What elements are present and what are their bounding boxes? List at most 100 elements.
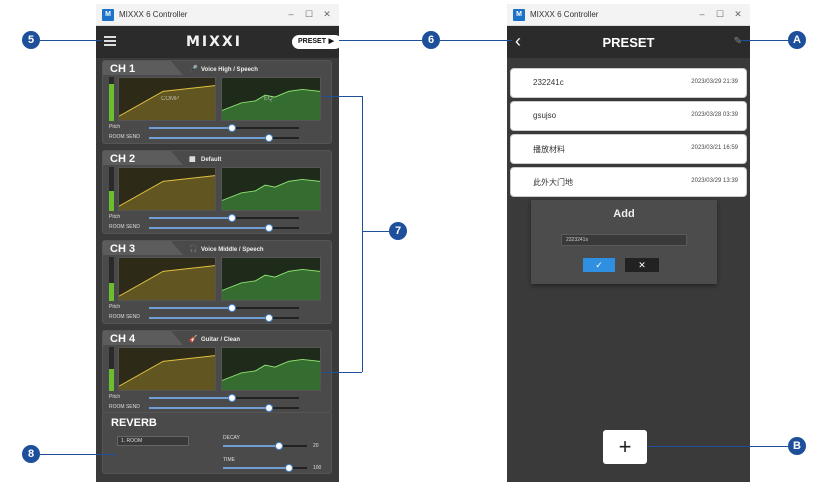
reverb-decay-track[interactable] <box>223 445 283 447</box>
reverb-time-label: TIME <box>223 457 235 463</box>
pitch-slider[interactable]: Pitch <box>109 124 324 132</box>
channel-mode[interactable]: ▦ Default <box>189 155 221 163</box>
callout-line <box>740 40 788 41</box>
callout-line <box>362 231 389 232</box>
reverb-decay-thumb[interactable] <box>275 442 283 450</box>
preset-item[interactable]: gsujso 2023/03/28 03:39 <box>511 102 746 130</box>
callout-7: 7 <box>389 222 407 240</box>
channel-mode[interactable]: 🎧 Voice Middle / Speech <box>189 245 264 253</box>
confirm-button[interactable]: ✓ <box>583 258 615 272</box>
reverb-time-track[interactable] <box>223 467 289 469</box>
room-send-label: ROOM SEND <box>109 134 140 140</box>
guitar-icon: 🎸 <box>189 336 198 343</box>
edit-icon[interactable]: ✎ <box>734 36 742 47</box>
pitch-label: Pitch <box>109 214 121 220</box>
reverb-type-select[interactable]: 1. ROOM <box>117 436 189 446</box>
channel-mode[interactable]: 🎤 Voice High / Speech <box>189 65 258 73</box>
compressor-graph[interactable] <box>118 257 216 301</box>
room-send-thumb[interactable] <box>265 404 273 412</box>
channel-panel-2: CH 2 ▦ Default Pitch ROOM SEND <box>102 150 332 234</box>
pitch-track-rest <box>232 397 299 399</box>
pitch-thumb[interactable] <box>228 304 236 312</box>
level-meter <box>109 77 114 121</box>
arrow-right-icon: ▶ <box>328 38 334 45</box>
room-send-label: ROOM SEND <box>109 224 140 230</box>
compressor-graph[interactable]: COMP <box>118 77 216 121</box>
preset-name-input[interactable]: 2323241s <box>561 234 687 246</box>
room-send-label: ROOM SEND <box>109 404 140 410</box>
main-controller-window: M MIXXX 6 Controller – ☐ ✕ MIXXI PRESET … <box>96 4 339 482</box>
channel-panel-3: CH 3 🎧 Voice Middle / Speech Pitch ROOM … <box>102 240 332 324</box>
menu-icon[interactable] <box>104 36 116 46</box>
close-button[interactable]: ✕ <box>321 8 333 20</box>
eq-graph[interactable]: EQ <box>221 77 321 121</box>
pitch-slider[interactable]: Pitch <box>109 214 324 222</box>
reverb-time-value: 100 <box>313 465 322 471</box>
pitch-track-fill <box>149 307 232 309</box>
cancel-button[interactable]: ✕ <box>625 258 659 272</box>
level-meter <box>109 257 114 301</box>
pitch-thumb[interactable] <box>228 214 236 222</box>
pitch-slider[interactable]: Pitch <box>109 304 324 312</box>
preset-item[interactable]: 播放材料 2023/03/21 16:59 <box>511 135 746 163</box>
pitch-thumb[interactable] <box>228 124 236 132</box>
callout-line <box>322 372 362 373</box>
reverb-decay-value: 20 <box>313 443 319 449</box>
preset-date: 2023/03/29 21:39 <box>691 79 738 85</box>
reverb-panel: REVERB 1. ROOM DECAY 20 TIME 100 <box>102 412 332 474</box>
room-send-thumb[interactable] <box>265 314 273 322</box>
eq-label: EQ <box>264 96 273 102</box>
room-send-thumb[interactable] <box>265 134 273 142</box>
room-send-track-fill <box>149 407 269 409</box>
room-send-track-rest <box>269 317 299 319</box>
pitch-track-rest <box>232 307 299 309</box>
pitch-slider[interactable]: Pitch <box>109 394 324 402</box>
reverb-decay-label: DECAY <box>223 435 240 441</box>
preset-header: ‹ PRESET ✎ <box>507 26 750 58</box>
eq-graph[interactable] <box>221 167 321 211</box>
minimize-button[interactable]: – <box>696 8 708 20</box>
mic-icon: 🎤 <box>189 66 198 73</box>
eq-graph[interactable] <box>221 347 321 391</box>
minimize-button[interactable]: – <box>285 8 297 20</box>
callout-6: 6 <box>422 31 440 49</box>
pitch-label: Pitch <box>109 394 121 400</box>
callout-line <box>440 40 512 41</box>
compressor-graph[interactable] <box>118 167 216 211</box>
eq-graph[interactable] <box>221 257 321 301</box>
pitch-thumb[interactable] <box>228 394 236 402</box>
callout-bracket <box>362 96 363 372</box>
room-send-track-fill <box>149 227 269 229</box>
preset-button[interactable]: PRESET ▶ <box>292 35 339 49</box>
brand-logo: MIXXI <box>186 34 242 50</box>
room-send-slider[interactable]: ROOM SEND <box>109 314 324 322</box>
preset-date: 2023/03/29 13:39 <box>691 178 738 184</box>
callout-a: A <box>788 31 806 49</box>
title-bar: M MIXXX 6 Controller – ☐ ✕ <box>507 4 750 26</box>
room-send-slider[interactable]: ROOM SEND <box>109 134 324 142</box>
room-send-thumb[interactable] <box>265 224 273 232</box>
reverb-time-thumb[interactable] <box>285 464 293 472</box>
pitch-label: Pitch <box>109 304 121 310</box>
reverb-decay-track-rest <box>283 445 307 447</box>
room-send-track-rest <box>269 407 299 409</box>
room-send-slider[interactable]: ROOM SEND <box>109 224 324 232</box>
add-preset-button[interactable]: + <box>603 430 647 464</box>
callout-line <box>40 454 116 455</box>
room-send-label: ROOM SEND <box>109 314 140 320</box>
room-send-slider[interactable]: ROOM SEND <box>109 404 324 412</box>
maximize-button[interactable]: ☐ <box>303 8 315 20</box>
dialog-title: Add <box>613 208 635 220</box>
pitch-track-fill <box>149 217 232 219</box>
maximize-button[interactable]: ☐ <box>714 8 726 20</box>
preset-name: 播放材料 <box>533 145 565 154</box>
channel-mode[interactable]: 🎸 Guitar / Clean <box>189 335 240 343</box>
close-button[interactable]: ✕ <box>732 8 744 20</box>
preset-item[interactable]: 232241c 2023/03/29 21:39 <box>511 69 746 97</box>
level-meter <box>109 347 114 391</box>
page-title: PRESET <box>602 35 655 50</box>
room-send-track-fill <box>149 317 269 319</box>
preset-item[interactable]: 此外大门地 2023/03/29 13:39 <box>511 168 746 196</box>
compressor-label: COMP <box>161 96 179 102</box>
compressor-graph[interactable] <box>118 347 216 391</box>
